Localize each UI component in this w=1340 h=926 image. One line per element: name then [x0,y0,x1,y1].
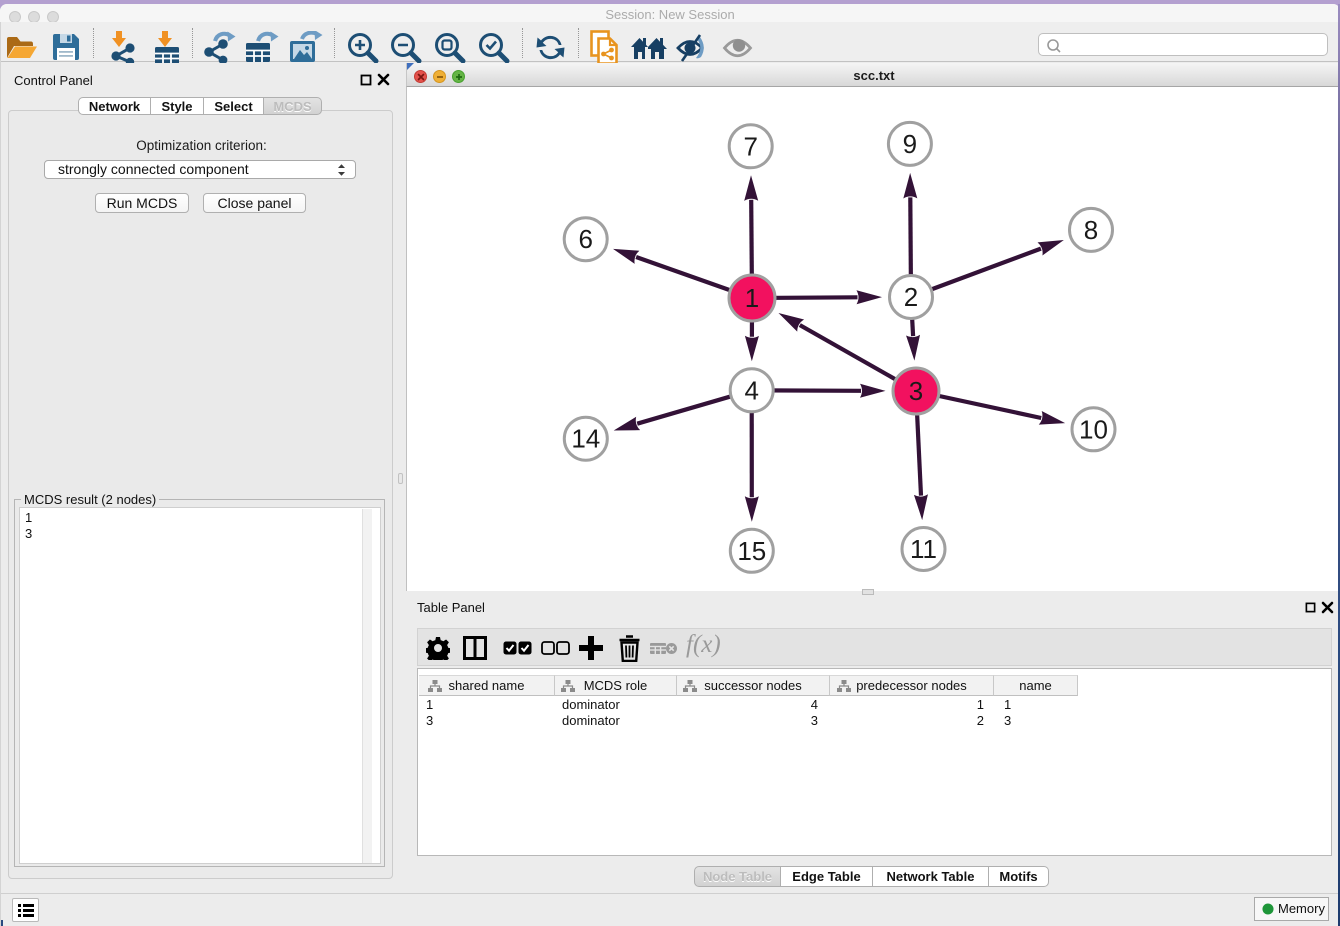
svg-text:11: 11 [910,534,937,564]
svg-text:2: 2 [904,282,918,312]
svg-text:10: 10 [1079,414,1108,444]
svg-text:8: 8 [1084,215,1098,245]
svg-text:9: 9 [903,129,917,159]
svg-text:3: 3 [909,376,923,406]
svg-text:7: 7 [743,131,757,161]
svg-text:6: 6 [578,224,592,254]
svg-text:15: 15 [737,536,766,566]
svg-text:1: 1 [745,283,759,313]
svg-text:4: 4 [744,375,758,405]
svg-text:14: 14 [571,424,600,454]
